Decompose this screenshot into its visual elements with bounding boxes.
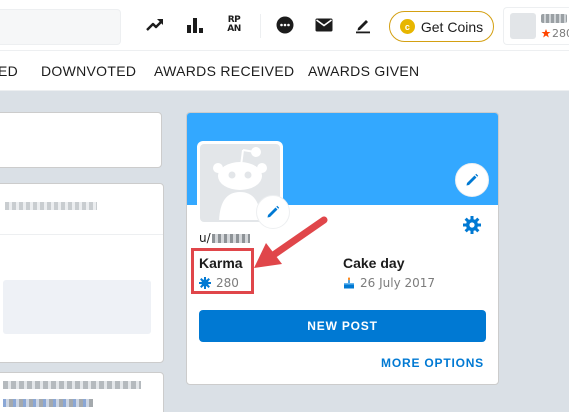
more-options-link[interactable]: MORE OPTIONS — [381, 356, 484, 370]
divider — [0, 234, 163, 235]
cake-icon — [344, 277, 354, 289]
cake-day-value-row: 26 July 2017 — [343, 276, 435, 290]
get-coins-button[interactable]: c Get Coins — [389, 11, 494, 42]
tab-upvoted[interactable]: ED — [0, 63, 18, 79]
left-card-bottom — [0, 372, 164, 412]
new-post-button[interactable]: NEW POST — [199, 310, 486, 342]
leaderboard-icon[interactable] — [183, 13, 207, 37]
user-avatar — [510, 13, 536, 39]
karma-icon — [541, 28, 551, 37]
settings-gear-icon[interactable] — [463, 216, 481, 234]
rpan-icon[interactable]: RP AN — [222, 13, 246, 37]
tab-awards-given[interactable]: AWARDS GIVEN — [308, 63, 419, 79]
blurred-text — [3, 399, 93, 407]
edit-banner-button[interactable] — [455, 163, 489, 197]
chat-icon[interactable] — [273, 13, 297, 37]
header-divider — [260, 14, 261, 38]
coin-icon: c — [399, 19, 415, 34]
content-area[interactable] — [3, 280, 151, 334]
cake-day-value: 26 July 2017 — [360, 276, 436, 290]
username-blurred — [541, 14, 567, 23]
tab-awards-received[interactable]: AWARDS RECEIVED — [154, 63, 294, 79]
left-card-top — [0, 112, 162, 168]
profile-username: u/ — [199, 231, 250, 245]
top-header: RP AN c Get Coins 280 — [0, 0, 569, 51]
cake-day-stat: Cake day 26 July 2017 — [343, 255, 435, 290]
profile-tabs: ED DOWNVOTED AWARDS RECEIVED AWARDS GIVE… — [0, 51, 569, 91]
tab-downvoted[interactable]: DOWNVOTED — [41, 63, 136, 79]
pencil-icon — [466, 173, 479, 186]
get-coins-label: Get Coins — [420, 18, 484, 35]
user-menu-button[interactable]: 280 — [503, 7, 569, 45]
karma-highlight-box — [191, 248, 254, 294]
mail-icon[interactable] — [312, 13, 336, 37]
create-post-icon[interactable] — [351, 13, 375, 37]
left-card-middle — [0, 183, 164, 363]
user-karma-value: 280 — [552, 27, 569, 40]
cake-day-label: Cake day — [343, 255, 405, 271]
blurred-text — [5, 202, 97, 210]
username-prefix: u/ — [199, 231, 211, 245]
username-blurred — [211, 233, 250, 243]
trending-icon[interactable] — [143, 13, 167, 37]
blurred-text — [3, 381, 141, 389]
user-karma: 280 — [541, 27, 569, 40]
search-input[interactable] — [0, 9, 121, 45]
annotation-arrow-icon — [254, 216, 328, 268]
